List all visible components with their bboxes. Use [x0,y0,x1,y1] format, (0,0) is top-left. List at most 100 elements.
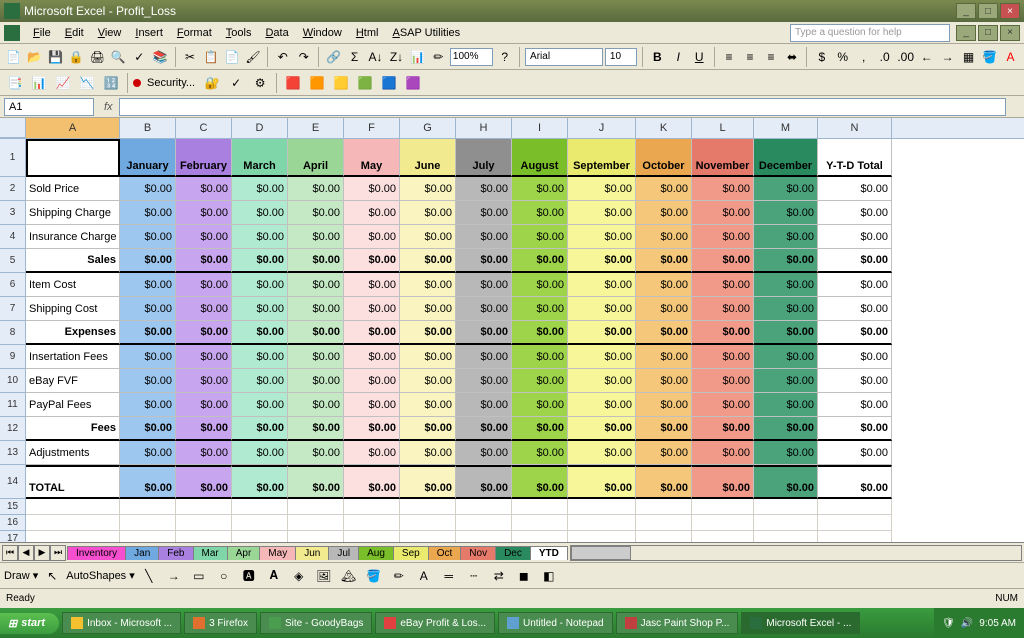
data-cell[interactable]: $0.00 [512,465,568,499]
data-cell[interactable]: $0.00 [120,393,176,417]
empty-cell[interactable] [120,499,176,515]
row-header[interactable]: 13 [0,441,26,465]
font-color2-icon[interactable]: A [413,565,435,587]
data-cell[interactable]: $0.00 [754,345,818,369]
textbox-icon[interactable]: 🅰 [238,565,260,587]
row-label[interactable]: Item Cost [26,273,120,297]
increase-decimal-icon[interactable]: .0 [875,46,894,68]
data-cell[interactable]: $0.00 [344,297,400,321]
menu-data[interactable]: Data [258,25,295,41]
data-cell[interactable]: $0.00 [636,177,692,201]
data-cell[interactable]: $0.00 [400,201,456,225]
month-header[interactable]: March [232,139,288,177]
data-cell[interactable]: $0.00 [176,441,232,465]
col-header-I[interactable]: I [512,118,568,138]
sec2-icon[interactable]: ✓ [225,72,247,94]
empty-cell[interactable] [692,531,754,542]
data-cell[interactable]: $0.00 [400,321,456,345]
data-cell[interactable]: $0.00 [754,441,818,465]
data-cell[interactable]: $0.00 [692,393,754,417]
data-cell[interactable]: $0.00 [512,393,568,417]
data-cell[interactable]: $0.00 [176,345,232,369]
data-cell[interactable]: $0.00 [288,177,344,201]
empty-cell[interactable] [568,531,636,542]
sheet-tab-jun[interactable]: Jun [295,546,329,560]
col-header-F[interactable]: F [344,118,400,138]
data-cell[interactable]: $0.00 [120,177,176,201]
data-cell[interactable]: $0.00 [636,249,692,273]
3d-icon[interactable]: ◧ [538,565,560,587]
month-header[interactable]: May [344,139,400,177]
security-button[interactable]: Security... [143,77,199,89]
data-cell[interactable]: $0.00 [818,441,892,465]
data-cell[interactable]: $0.00 [344,201,400,225]
tool4-icon[interactable]: 📉 [76,72,98,94]
data-cell[interactable]: $0.00 [344,321,400,345]
data-cell[interactable]: $0.00 [400,345,456,369]
data-cell[interactable]: $0.00 [818,273,892,297]
data-cell[interactable]: $0.00 [636,441,692,465]
empty-cell[interactable] [176,499,232,515]
autoshapes-menu[interactable]: AutoShapes ▾ [66,569,135,582]
asap6-icon[interactable]: 🟪 [402,72,424,94]
line-style-icon[interactable]: ═ [438,565,460,587]
month-header[interactable]: December [754,139,818,177]
hyperlink-icon[interactable]: 🔗 [324,46,343,68]
percent-icon[interactable]: % [833,46,852,68]
data-cell[interactable]: $0.00 [568,201,636,225]
data-cell[interactable]: $0.00 [818,393,892,417]
empty-cell[interactable] [26,531,120,542]
open-icon[interactable]: 📂 [25,46,44,68]
data-cell[interactable]: $0.00 [754,321,818,345]
menu-insert[interactable]: Insert [128,25,170,41]
tool1-icon[interactable]: 📑 [4,72,26,94]
data-cell[interactable]: $0.00 [692,273,754,297]
data-cell[interactable]: $0.00 [344,465,400,499]
decrease-decimal-icon[interactable]: .00 [896,46,915,68]
data-cell[interactable]: $0.00 [120,225,176,249]
month-header[interactable]: June [400,139,456,177]
minimize-button[interactable]: _ [956,3,976,19]
data-cell[interactable]: $0.00 [288,201,344,225]
row-header[interactable]: 7 [0,297,26,321]
data-cell[interactable]: $0.00 [344,417,400,441]
select-all-corner[interactable] [0,118,26,138]
empty-cell[interactable] [456,499,512,515]
empty-cell[interactable] [818,515,892,531]
empty-cell[interactable] [26,515,120,531]
data-cell[interactable]: $0.00 [344,273,400,297]
data-cell[interactable]: $0.00 [456,465,512,499]
worksheet-grid[interactable]: ABCDEFGHIJKLMN 1JanuaryFebruaryMarchApri… [0,118,1024,542]
col-header-M[interactable]: M [754,118,818,138]
data-cell[interactable]: $0.00 [400,417,456,441]
align-center-icon[interactable]: ≡ [741,46,760,68]
data-cell[interactable]: $0.00 [456,201,512,225]
draw-menu[interactable]: Draw ▾ [4,569,38,582]
empty-cell[interactable] [232,515,288,531]
font-size-select[interactable]: 10 [605,48,637,66]
data-cell[interactable]: $0.00 [568,441,636,465]
data-cell[interactable]: $0.00 [344,249,400,273]
month-header[interactable]: October [636,139,692,177]
data-cell[interactable]: $0.00 [400,369,456,393]
asap5-icon[interactable]: 🟦 [378,72,400,94]
data-cell[interactable]: $0.00 [512,201,568,225]
empty-cell[interactable] [818,499,892,515]
empty-cell[interactable] [754,499,818,515]
data-cell[interactable]: $0.00 [456,225,512,249]
data-cell[interactable]: $0.00 [692,177,754,201]
sheet-tab-mar[interactable]: Mar [193,546,228,560]
data-cell[interactable]: $0.00 [176,177,232,201]
bold-button[interactable]: B [648,46,667,68]
data-cell[interactable]: $0.00 [568,321,636,345]
col-header-G[interactable]: G [400,118,456,138]
taskbar-item[interactable]: Inbox - Microsoft ... [62,612,181,634]
data-cell[interactable]: $0.00 [456,417,512,441]
row-label[interactable]: Sales [26,249,120,273]
data-cell[interactable]: $0.00 [120,369,176,393]
data-cell[interactable]: $0.00 [754,393,818,417]
empty-cell[interactable] [754,531,818,542]
data-cell[interactable]: $0.00 [818,417,892,441]
row-label[interactable]: Insurance Charge [26,225,120,249]
decrease-indent-icon[interactable]: ← [917,46,936,68]
